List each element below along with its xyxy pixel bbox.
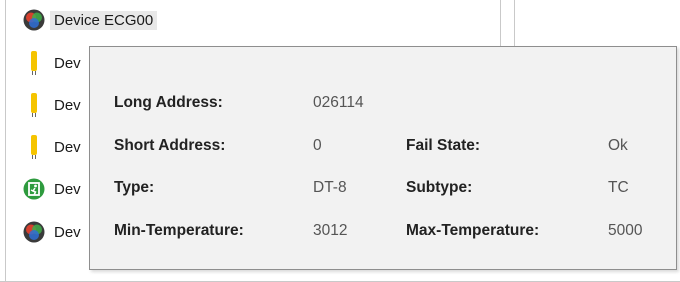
tree-panel-left-border xyxy=(5,0,6,282)
device-tree-window: Device ECG00 Dev Dev Dev Dev Dev Long Ad… xyxy=(0,0,680,282)
tree-item-label: Dev xyxy=(54,138,81,156)
subtype-label: Subtype: xyxy=(406,179,473,196)
fail-state-label: Fail State: xyxy=(406,137,481,154)
tree-item-label: Device ECG00 xyxy=(50,10,158,30)
tree-item-label: Dev xyxy=(54,96,81,114)
device-info-tooltip: Long Address: 026114 Short Address: 0 Fa… xyxy=(89,46,677,270)
tree-item-label: Dev xyxy=(54,54,81,72)
max-temperature-label: Max-Temperature: xyxy=(406,222,540,239)
tree-item-device[interactable]: Dev xyxy=(22,50,81,76)
min-temperature-label: Min-Temperature: xyxy=(114,222,244,239)
tree-item-label: Dev xyxy=(54,223,81,241)
tree-item-device-ecg00[interactable]: Device ECG00 xyxy=(22,7,158,33)
short-address-value: 0 xyxy=(313,137,322,154)
long-address-value: 026114 xyxy=(313,94,364,111)
min-temperature-value: 3012 xyxy=(313,222,348,239)
light-tube-icon xyxy=(22,51,46,75)
type-value: DT-8 xyxy=(313,179,347,196)
max-temperature-value: 5000 xyxy=(608,222,643,239)
tree-item-device[interactable]: Dev xyxy=(22,92,81,118)
rgb-device-icon xyxy=(22,220,46,244)
long-address-label: Long Address: xyxy=(114,94,223,111)
tree-item-device[interactable]: Dev xyxy=(22,134,81,160)
tree-item-device[interactable]: Dev xyxy=(22,176,81,202)
subtype-value: TC xyxy=(608,179,629,196)
light-tube-icon xyxy=(22,93,46,117)
tree-panel-divider xyxy=(500,0,501,46)
light-tube-icon xyxy=(22,135,46,159)
type-label: Type: xyxy=(114,179,155,196)
rgb-device-icon xyxy=(22,8,46,32)
splitter-line[interactable] xyxy=(514,0,515,46)
emergency-exit-icon xyxy=(22,177,46,201)
tree-item-device[interactable]: Dev xyxy=(22,219,81,245)
short-address-label: Short Address: xyxy=(114,137,226,154)
fail-state-value: Ok xyxy=(608,137,628,154)
tree-item-label: Dev xyxy=(54,180,81,198)
